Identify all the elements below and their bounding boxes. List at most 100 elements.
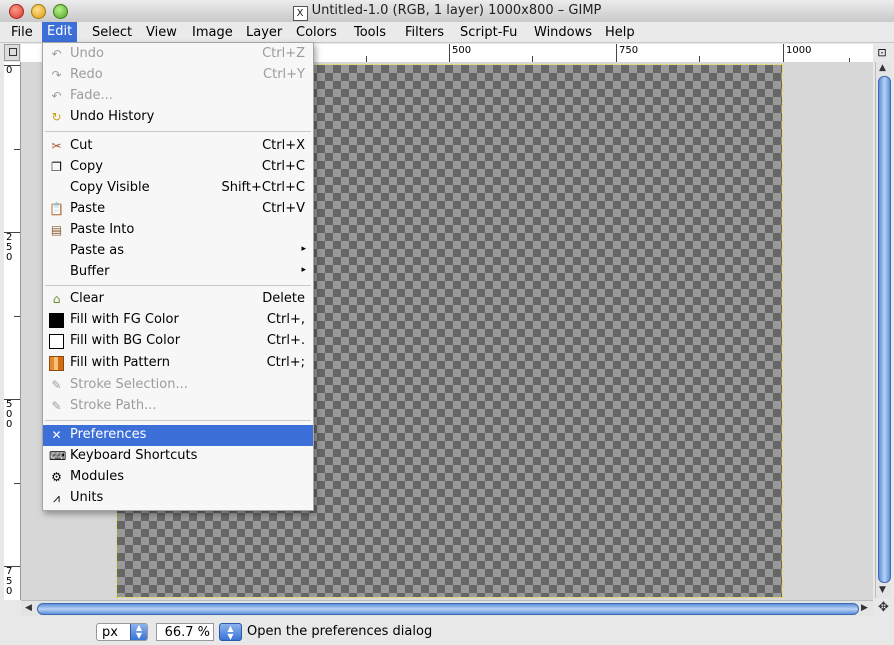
menu-item-label: Modules xyxy=(70,469,125,484)
menu-item-paste[interactable]: 📋 Paste Ctrl+V xyxy=(43,199,313,220)
menu-item-undo-history[interactable]: ↻ Undo History xyxy=(43,107,313,128)
menu-item-shortcut: Ctrl+; xyxy=(266,355,305,370)
menu-item-shortcut: Ctrl+X xyxy=(262,138,305,153)
fade-icon: ↶ xyxy=(51,89,62,103)
menu-item-copy[interactable]: ❐ Copy Ctrl+C xyxy=(43,157,313,178)
submenu-arrow-icon: ▸ xyxy=(301,265,306,275)
menu-item-paste-into[interactable]: ▤ Paste Into xyxy=(43,220,313,241)
menu-edit[interactable]: Edit xyxy=(42,22,78,42)
scissors-icon: ✂ xyxy=(51,139,62,153)
menu-select[interactable]: Select xyxy=(90,24,134,42)
redo-icon: ↷ xyxy=(51,68,62,82)
menu-item-label: Buffer xyxy=(70,264,110,279)
scroll-up-icon[interactable]: ▲ xyxy=(879,63,886,73)
submenu-arrow-icon: ▸ xyxy=(301,244,306,254)
menu-separator xyxy=(45,285,311,286)
menu-item-fill-fg[interactable]: Fill with FG Color Ctrl+, xyxy=(43,310,313,331)
scroll-left-icon[interactable]: ◀ xyxy=(25,603,32,613)
copy-icon: ❐ xyxy=(51,160,62,174)
window-title-wrap: X Untitled-1.0 (RGB, 1 layer) 1000x800 – … xyxy=(0,3,894,21)
menu-item-label: Units xyxy=(70,490,104,505)
menu-file[interactable]: File xyxy=(9,24,35,42)
menu-item-shortcut: Ctrl+V xyxy=(262,201,305,216)
menu-item-cut[interactable]: ✂ Cut Ctrl+X xyxy=(43,136,313,157)
menu-item-fill-pattern[interactable]: Fill with Pattern Ctrl+; xyxy=(43,353,313,374)
zoom-field[interactable]: 66.7 % xyxy=(156,623,214,641)
menu-item-label: Copy xyxy=(70,159,103,174)
menu-item-undo[interactable]: ↶ Undo Ctrl+Z xyxy=(43,44,313,65)
menu-item-label: Undo History xyxy=(70,109,155,124)
units-icon: ⩘ xyxy=(53,491,60,505)
menu-item-stroke-path[interactable]: ✎ Stroke Path... xyxy=(43,396,313,417)
vertical-scroll-thumb[interactable] xyxy=(878,76,891,583)
menu-item-clear[interactable]: ⌂ Clear Delete xyxy=(43,289,313,310)
clear-icon: ⌂ xyxy=(52,292,61,306)
zoom-select-arrows-icon[interactable]: ▲ ▼ xyxy=(219,623,242,641)
menu-item-shortcut: Shift+Ctrl+C xyxy=(221,180,305,195)
menu-item-stroke-selection[interactable]: ✎ Stroke Selection... xyxy=(43,375,313,396)
scroll-right-icon[interactable]: ▶ xyxy=(861,603,868,613)
bg-color-icon xyxy=(49,334,64,349)
modules-icon: ⚙ xyxy=(51,470,62,484)
ruler-corner-icon xyxy=(9,48,17,56)
menu-item-label: Redo xyxy=(70,67,103,82)
menu-item-shortcut: Ctrl+C xyxy=(261,159,305,174)
ruler-label-1000: 1000 xyxy=(786,45,812,56)
unit-select[interactable]: px ▲ ▼ xyxy=(96,623,148,641)
edit-menu: ↶ Undo Ctrl+Z ↷ Redo Ctrl+Y ↶ Fade... ↻ … xyxy=(42,42,314,511)
unit-select-value: px xyxy=(102,625,118,640)
menu-item-preferences[interactable]: ✕ Preferences xyxy=(43,425,313,446)
paste-icon: 📋 xyxy=(49,202,64,216)
menu-item-shortcut: Ctrl+Y xyxy=(263,67,305,82)
menu-item-buffer[interactable]: Buffer ▸ xyxy=(43,262,313,283)
menu-item-shortcut: Ctrl+, xyxy=(266,312,305,327)
menu-separator xyxy=(45,131,311,132)
menu-item-units[interactable]: ⩘ Units xyxy=(43,488,313,509)
unit-select-arrows-icon[interactable]: ▲ ▼ xyxy=(130,624,147,640)
pattern-icon xyxy=(49,356,64,371)
scroll-down-icon[interactable]: ▼ xyxy=(879,585,886,595)
zoom-on-resize-icon[interactable]: ⊡ xyxy=(874,44,890,61)
menu-item-label: Stroke Path... xyxy=(70,398,157,413)
menu-script-fu[interactable]: Script-Fu xyxy=(458,24,519,42)
navigate-icon[interactable]: ✥ xyxy=(878,600,889,615)
menu-colors[interactable]: Colors xyxy=(294,24,339,42)
menu-item-paste-as[interactable]: Paste as ▸ xyxy=(43,241,313,262)
keyboard-icon: ⌨ xyxy=(49,449,67,463)
preferences-icon: ✕ xyxy=(51,428,62,442)
menu-item-label: Undo xyxy=(70,46,104,61)
horizontal-scrollbar[interactable]: ◀ ▶ xyxy=(21,600,873,616)
menu-item-fill-bg[interactable]: Fill with BG Color Ctrl+. xyxy=(43,331,313,352)
menu-item-copy-visible[interactable]: Copy Visible Shift+Ctrl+C xyxy=(43,178,313,199)
paste-into-icon: ▤ xyxy=(50,223,63,237)
menu-item-redo[interactable]: ↷ Redo Ctrl+Y xyxy=(43,65,313,86)
menu-item-modules[interactable]: ⚙ Modules xyxy=(43,467,313,488)
menu-item-label: Stroke Selection... xyxy=(70,377,188,392)
menu-item-label: Fade... xyxy=(70,88,113,103)
menu-item-keyboard-shortcuts[interactable]: ⌨ Keyboard Shortcuts xyxy=(43,446,313,467)
menu-item-label: Paste Into xyxy=(70,222,135,237)
menu-tools[interactable]: Tools xyxy=(352,24,388,42)
horizontal-scroll-thumb[interactable] xyxy=(37,603,859,615)
vruler-label-750: 7 5 0 xyxy=(6,566,13,597)
vertical-scrollbar[interactable]: ▲ ▼ xyxy=(875,62,891,598)
menu-layer[interactable]: Layer xyxy=(244,24,284,42)
ruler-label-500: 500 xyxy=(452,45,472,56)
menu-item-shortcut: Delete xyxy=(262,291,305,306)
vruler-label-250: 2 5 0 xyxy=(6,232,13,263)
menu-filters[interactable]: Filters xyxy=(403,24,446,42)
menu-help[interactable]: Help xyxy=(603,24,637,42)
title-bar: X Untitled-1.0 (RGB, 1 layer) 1000x800 – … xyxy=(0,0,894,23)
vruler-label-0: 0 xyxy=(6,65,13,76)
status-bar: px ▲ ▼ 66.7 % ▲ ▼ Open the preferences dia… xyxy=(0,617,894,645)
vertical-ruler-ticks xyxy=(4,65,20,567)
menu-windows[interactable]: Windows xyxy=(532,24,594,42)
menu-view[interactable]: View xyxy=(144,24,179,42)
fg-color-icon xyxy=(49,313,64,328)
vertical-ruler[interactable]: 0 2 5 0 5 0 0 7 5 0 xyxy=(4,62,21,600)
zoom-value: 66.7 % xyxy=(164,625,210,640)
quick-mask-toggle[interactable] xyxy=(4,44,20,61)
menu-item-fade[interactable]: ↶ Fade... xyxy=(43,86,313,107)
menu-image[interactable]: Image xyxy=(190,24,235,42)
stroke-selection-icon: ✎ xyxy=(51,378,62,392)
